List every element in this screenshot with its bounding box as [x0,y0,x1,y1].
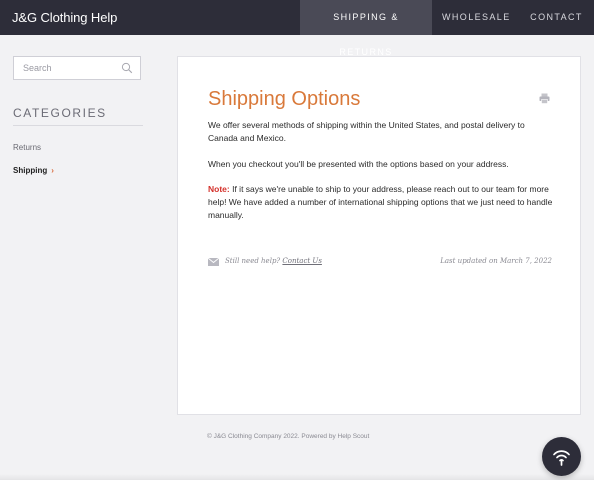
note-label: Note: [208,184,230,194]
article-title: Shipping Options [208,88,361,110]
chevron-right-icon: › [51,166,54,175]
help-prefix: Still need help? [225,257,283,265]
site-brand[interactable]: J&G Clothing Help [12,10,117,25]
search-box [13,56,141,80]
top-navigation-bar: J&G Clothing Help SHIPPING & RETURNS WHO… [0,0,594,57]
sidebar-item-shipping[interactable]: Shipping › [13,166,54,175]
print-icon[interactable] [539,93,550,104]
page-footer: © J&G Clothing Company 2022. Powered by … [207,433,370,440]
paragraph-shipping-methods: We offer several methods of shipping wit… [208,120,525,143]
sidebar-item-returns[interactable]: Returns [13,143,41,152]
nav-shipping-returns[interactable]: SHIPPING & RETURNS [300,0,432,57]
sidebar-item-label: Returns [13,143,42,152]
contact-us-link[interactable]: Contact Us [282,257,322,265]
bottom-shadow [0,474,594,480]
search-input[interactable] [14,57,123,79]
nav-wholesale[interactable]: WHOLESALE [432,0,519,35]
mail-icon [208,258,219,266]
beacon-signal-icon [553,450,570,466]
sidebar-item-label: Shipping [13,166,48,175]
categories-divider [13,125,143,126]
main-nav: SHIPPING & RETURNS WHOLESALE CONTACT [300,0,594,57]
help-prompt: Still need help? Contact Us [225,257,322,265]
help-beacon-button[interactable] [542,437,581,476]
note-text: If it says we're unable to ship to your … [208,184,553,220]
last-updated: Last updated on March 7, 2022 [440,257,552,265]
paragraph-checkout: When you checkout you'll be presented wi… [208,159,509,169]
search-icon[interactable] [121,62,133,74]
article-footer-row: Still need help? Contact Us Last updated… [208,257,552,269]
paragraph-note: Note: If it says we're unable to ship to… [208,183,553,222]
nav-contact[interactable]: CONTACT [519,0,594,35]
categories-heading: CATEGORIES [13,106,107,120]
article-card: Shipping Options We offer several method… [177,56,581,415]
